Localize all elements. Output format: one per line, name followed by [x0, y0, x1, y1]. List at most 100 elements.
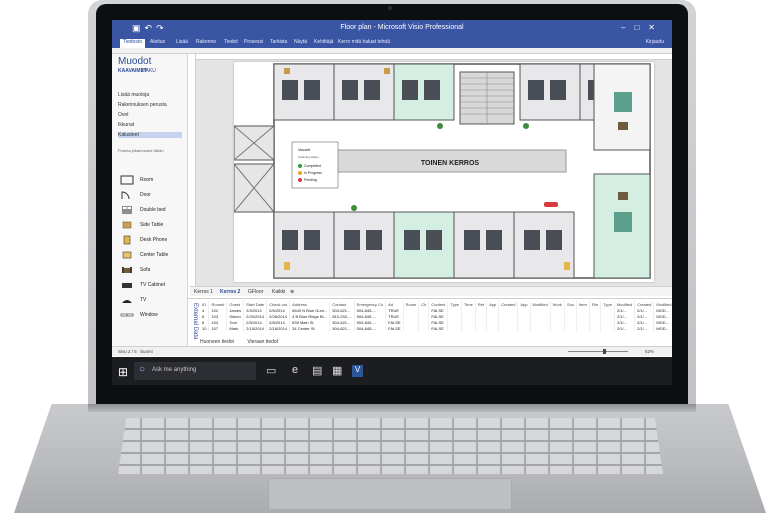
column-header[interactable]: Modified	[530, 301, 551, 307]
save-icon[interactable]: ▣	[132, 23, 145, 33]
stairs[interactable]	[459, 71, 515, 125]
close-icon[interactable]: ✕	[648, 23, 664, 32]
stencil-tv[interactable]: TV	[118, 294, 184, 307]
data-tab[interactable]: Huoneen tiedot	[200, 339, 234, 345]
legend-item: Completed	[304, 164, 321, 168]
tab-developer[interactable]: Kehittäjä	[314, 39, 333, 45]
add-page-icon[interactable]: ⊕	[290, 289, 294, 295]
table-cell	[498, 325, 519, 331]
store-icon[interactable]: ▦	[332, 364, 342, 377]
column-header[interactable]: Content	[428, 301, 449, 307]
stencil-sofa[interactable]: Sofa	[118, 264, 184, 277]
legend-item: Pending	[304, 178, 317, 182]
maximize-icon[interactable]: □	[634, 23, 648, 32]
elevator[interactable]	[233, 125, 275, 161]
room[interactable]	[273, 63, 335, 121]
column-header[interactable]: Room#	[208, 301, 228, 307]
room[interactable]	[519, 63, 581, 121]
tell-me-box[interactable]: Kerro mitä haluat tehdä	[338, 39, 390, 45]
stencil-window[interactable]: Window	[118, 309, 184, 322]
tab-insert[interactable]: Lisää	[176, 39, 188, 45]
window-controls: –□✕	[621, 23, 664, 32]
legend-marker-in-progress	[298, 171, 302, 175]
column-header[interactable]: Start Date	[243, 301, 268, 307]
taskbar: ⊞ ○ Ask me anything ▭ e ▤ ▦ V	[112, 357, 672, 385]
room[interactable]	[333, 63, 395, 121]
table-cell	[564, 325, 578, 331]
room[interactable]	[393, 63, 455, 121]
page-tab[interactable]: Kaikki	[272, 289, 285, 295]
plant-icon	[351, 205, 357, 211]
stencil-tv-cabinet[interactable]: TV Cabinet	[118, 279, 184, 292]
stencil-side-table[interactable]: Side Table	[118, 219, 184, 232]
page-indicator[interactable]: Sivu 2 / 5	[118, 349, 137, 354]
external-data-window: External Data ID Room# Guest Start Date Chec…	[188, 298, 672, 346]
data-tab[interactable]: Vieraan tiedot	[247, 339, 278, 345]
sign-in-link[interactable]: Kirjaudu	[646, 39, 664, 45]
edge-icon[interactable]: e	[292, 364, 298, 376]
collection-item[interactable]: Ikkunat	[118, 122, 134, 128]
tab-review[interactable]: Tarkista	[270, 39, 287, 45]
table-cell: FALSE	[385, 325, 404, 331]
stencil-door[interactable]: Door	[118, 189, 184, 202]
external-data-table[interactable]: ID Room# Guest Start Date Check out Address Co…	[200, 301, 672, 331]
table-cell	[550, 325, 565, 331]
tab-view[interactable]: Näytä	[294, 39, 307, 45]
zoom-slider[interactable]	[568, 351, 628, 352]
collection-item[interactable]: Rakennuksen perusta	[118, 102, 167, 108]
stencil-label: Window	[140, 312, 158, 318]
stencil-room[interactable]: Room	[118, 174, 184, 187]
floor-plan[interactable]: Vacant Cleaning status Completed In Prog…	[233, 62, 654, 282]
tab-file[interactable]: Tiedosto	[120, 39, 145, 48]
laptop-hinge	[88, 404, 696, 412]
column-header[interactable]: Created	[498, 301, 519, 307]
suite[interactable]	[593, 63, 651, 151]
tab-process[interactable]: Prosessi	[244, 39, 263, 45]
room[interactable]	[453, 211, 515, 279]
collection-item-selected[interactable]: Kalusteet	[118, 132, 182, 138]
undo-icon[interactable]: ↶	[145, 23, 157, 33]
column-header[interactable]: Check out	[266, 301, 291, 307]
tab-search[interactable]: HAKU	[142, 68, 156, 74]
visio-icon[interactable]: V	[352, 365, 363, 377]
task-view-icon[interactable]: ▭	[266, 364, 276, 377]
room[interactable]	[513, 211, 575, 279]
legend-item: In Progress	[304, 171, 322, 175]
page-tab[interactable]: Kerros 1	[194, 289, 213, 295]
page-tab[interactable]: GFloor	[248, 289, 263, 295]
quick-access-toolbar[interactable]: ▣↶↷	[132, 23, 168, 34]
room[interactable]	[333, 211, 395, 279]
tab-design[interactable]: Rakenne	[196, 39, 216, 45]
zoom-level[interactable]: 52%	[645, 349, 654, 354]
stencil-desk-phone[interactable]: Desk Phone	[118, 234, 184, 247]
column-header[interactable]: Modified	[653, 301, 672, 307]
collection-item[interactable]: Ovet	[118, 112, 129, 118]
table-cell: FALSE	[385, 319, 404, 325]
table-row[interactable]: 10 107 Mark 2/15/2014 2/18/2014 34 Center St 5…	[200, 325, 672, 331]
windows-start-icon[interactable]: ⊞	[118, 365, 128, 379]
drawing-canvas[interactable]: Vacant Cleaning status Completed In Prog…	[190, 54, 672, 286]
stencil-double-bed[interactable]: Double bed	[118, 204, 184, 217]
table-cell: 34 Center St	[289, 325, 331, 331]
plant-icon	[523, 123, 529, 129]
floor-banner: TOINEN KERROS	[421, 160, 480, 167]
column-header[interactable]: Modified	[614, 301, 636, 307]
cortana-search-box[interactable]: ○ Ask me anything	[134, 362, 256, 380]
minimize-icon[interactable]: –	[621, 23, 634, 32]
redo-icon[interactable]: ↷	[156, 23, 168, 33]
stencil-center-table[interactable]: Center Table	[118, 249, 184, 262]
suite[interactable]	[593, 173, 651, 279]
page-tab-active[interactable]: Kerros 2	[220, 289, 240, 295]
room[interactable]	[273, 211, 335, 279]
stencil-label: Sofa	[140, 267, 151, 273]
more-shapes-link[interactable]: Lisää muotoja	[118, 92, 149, 98]
file-explorer-icon[interactable]: ▤	[312, 364, 322, 377]
tab-home[interactable]: Aloitus	[150, 39, 165, 45]
room[interactable]	[393, 211, 455, 279]
zoom-slider-handle[interactable]	[603, 349, 606, 354]
column-header[interactable]: Emergency Co	[354, 301, 387, 307]
tab-data[interactable]: Tiedot	[224, 39, 238, 45]
column-header[interactable]: Created	[634, 301, 655, 307]
elevator[interactable]	[233, 163, 275, 213]
drawing-page[interactable]: Vacant Cleaning status Completed In Prog…	[233, 62, 654, 282]
